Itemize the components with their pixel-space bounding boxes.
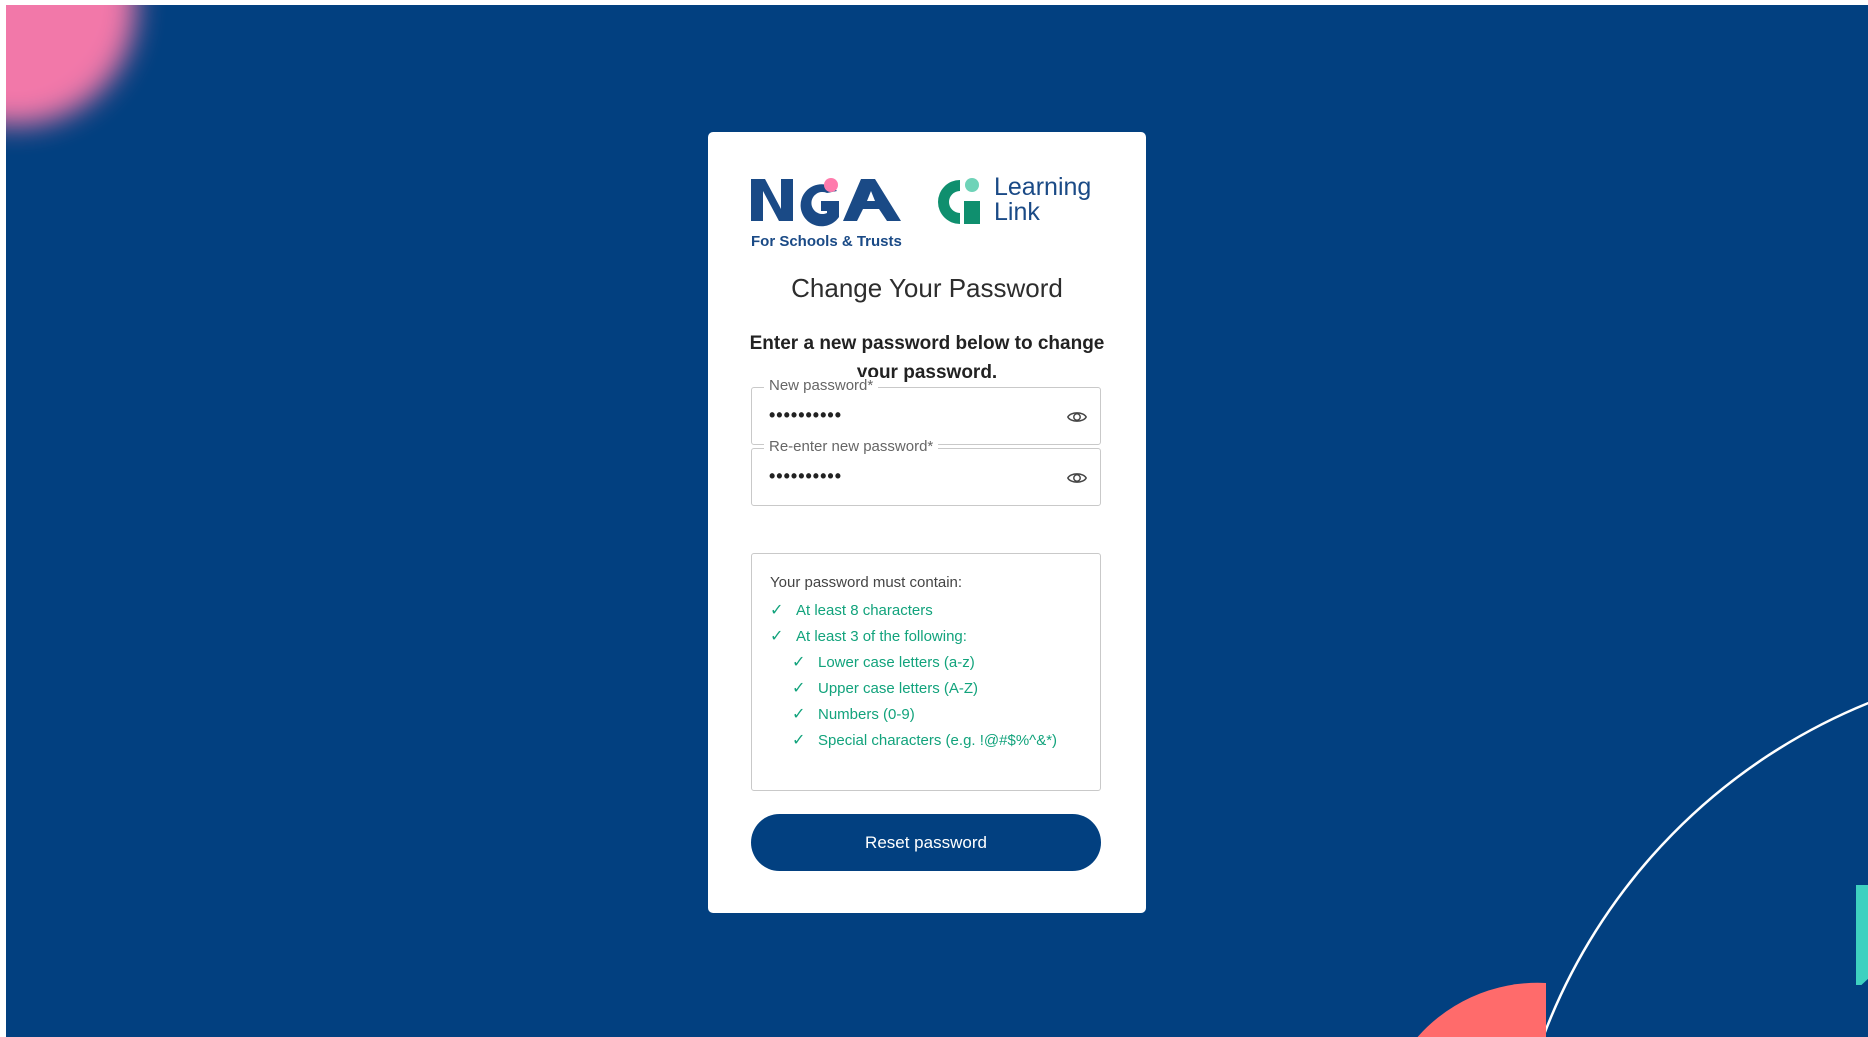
page-background: For Schools & Trusts Learning Link Chang… <box>6 5 1868 1037</box>
eye-icon[interactable] <box>1066 467 1088 489</box>
learning-link-wordmark: Learning Link <box>994 175 1091 225</box>
nga-logo <box>751 178 901 227</box>
reset-password-button[interactable]: Reset password <box>751 814 1101 871</box>
new-password-input[interactable]: •••••••••• <box>769 405 842 426</box>
learning-link-line2: Link <box>994 198 1040 226</box>
check-icon: ✓ <box>770 628 784 645</box>
check-icon: ✓ <box>792 706 806 723</box>
new-password-field[interactable]: New password* •••••••••• <box>751 377 1101 445</box>
new-password-label: New password* <box>764 377 879 394</box>
requirement-subitem: ✓ Upper case letters (A-Z) <box>792 680 979 697</box>
learning-link-logo-icon <box>938 178 980 224</box>
check-icon: ✓ <box>770 602 784 619</box>
eye-icon[interactable] <box>1066 406 1088 428</box>
requirement-subitem: ✓ Numbers (0-9) <box>792 706 915 723</box>
nga-tagline: For Schools & Trusts <box>751 233 902 250</box>
requirement-subitem: ✓ Special characters (e.g. !@#$%^&*) <box>792 732 1058 749</box>
change-password-card: For Schools & Trusts Learning Link Chang… <box>708 132 1146 913</box>
logo-row: For Schools & Trusts Learning Link <box>751 175 1105 257</box>
learning-link-line1: Learning <box>994 173 1092 201</box>
check-icon: ✓ <box>792 654 806 671</box>
check-icon: ✓ <box>792 732 806 749</box>
confirm-password-label: Re-enter new password* <box>764 438 939 455</box>
requirement-subitem: ✓ Lower case letters (a-z) <box>792 654 975 671</box>
requirements-heading: Your password must contain: <box>770 574 963 591</box>
requirement-item: ✓ At least 8 characters <box>770 602 933 619</box>
check-icon: ✓ <box>792 680 806 697</box>
password-requirements: Your password must contain: ✓ At least 8 … <box>751 553 1101 791</box>
confirm-password-field[interactable]: Re-enter new password* •••••••••• <box>751 438 1101 506</box>
requirement-item: ✓ At least 3 of the following: <box>770 628 967 645</box>
confirm-password-input[interactable]: •••••••••• <box>769 466 842 487</box>
page-title: Change Your Password <box>791 273 1063 303</box>
